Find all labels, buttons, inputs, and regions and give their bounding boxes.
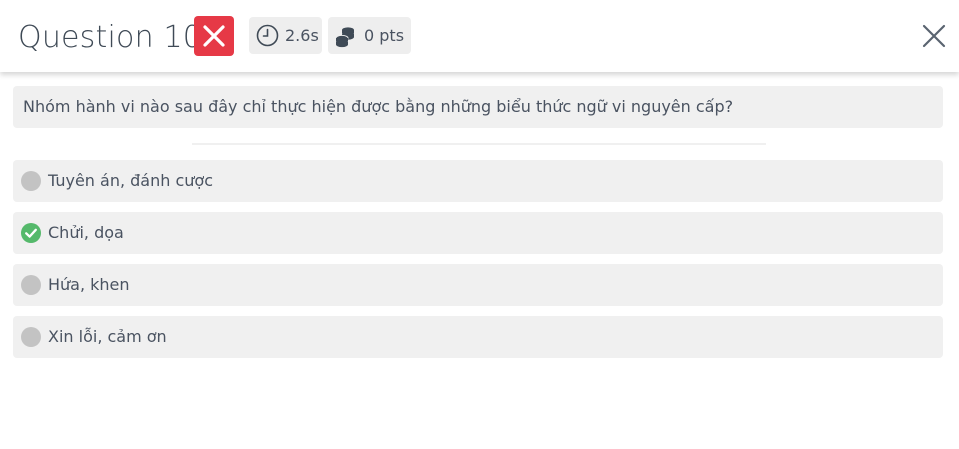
option-2[interactable]: Chửi, dọa xyxy=(13,212,943,254)
points-chip: 0 pts xyxy=(328,17,411,54)
time-value: 2.6s xyxy=(285,26,319,45)
question-review-modal: Question 10 2.6s 0 pts Nhóm hành vi nào … xyxy=(0,0,959,449)
option-label: Hứa, khen xyxy=(48,275,130,294)
option-label: Chửi, dọa xyxy=(48,223,124,242)
question-box: Nhóm hành vi nào sau đây chỉ thực hiện đ… xyxy=(13,86,943,128)
divider xyxy=(192,143,766,145)
close-icon xyxy=(922,24,946,48)
option-label: Tuyên án, đánh cược xyxy=(48,171,213,190)
option-3[interactable]: Hứa, khen xyxy=(13,264,943,306)
close-x-icon xyxy=(203,25,225,47)
unselected-dot-icon xyxy=(21,171,41,191)
question-text: Nhóm hành vi nào sau đây chỉ thực hiện đ… xyxy=(23,97,734,116)
option-4[interactable]: Xin lỗi, cảm ơn xyxy=(13,316,943,358)
coins-icon xyxy=(335,27,354,48)
unselected-dot-icon xyxy=(21,275,41,295)
unselected-dot-icon xyxy=(21,327,41,347)
check-circle-icon xyxy=(21,223,41,243)
option-1[interactable]: Tuyên án, đánh cược xyxy=(13,160,943,202)
points-value: 0 pts xyxy=(364,26,405,45)
clock-icon xyxy=(256,24,279,47)
modal-header: Question 10 2.6s 0 pts xyxy=(0,0,959,72)
time-chip: 2.6s xyxy=(249,17,322,54)
question-title: Question 10 xyxy=(18,20,203,55)
incorrect-badge xyxy=(194,16,234,56)
close-button[interactable] xyxy=(918,20,950,52)
option-label: Xin lỗi, cảm ơn xyxy=(48,327,167,346)
